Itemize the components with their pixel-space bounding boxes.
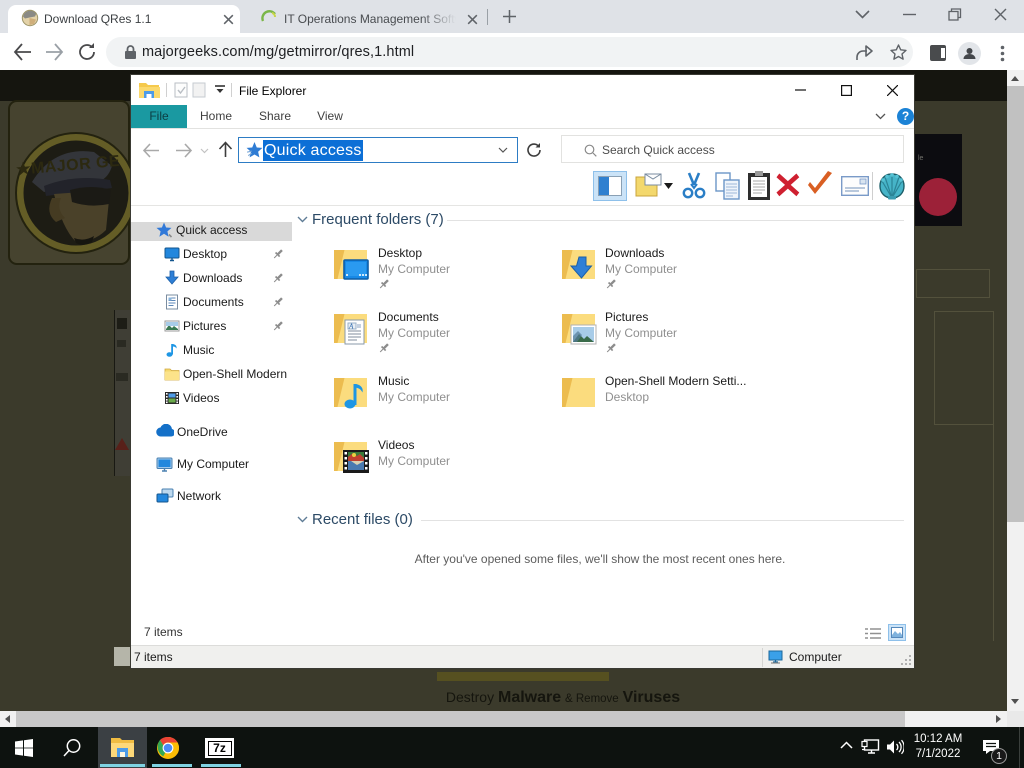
svg-text:A: A	[348, 323, 354, 331]
svg-text:★MAJOR GE: ★MAJOR GE	[16, 153, 121, 179]
